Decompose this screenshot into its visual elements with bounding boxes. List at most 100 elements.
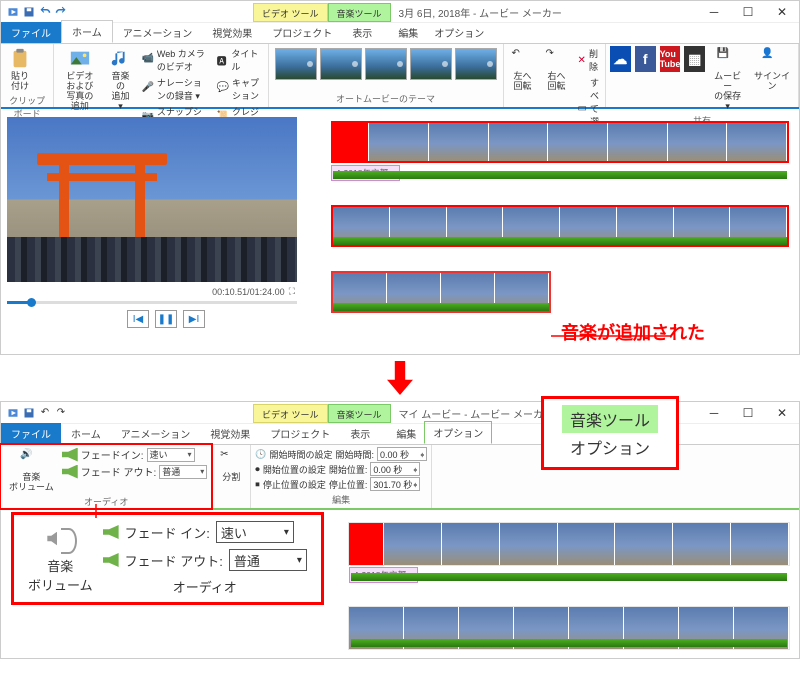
fade-out-label-zoom: フェード アウト:: [125, 551, 223, 570]
ribbon-home: 貼り 付け クリップボード ビデオおよび 写真の追加 音楽の 追加 ▾ 📹Web…: [1, 43, 799, 109]
theme-thumb[interactable]: [320, 48, 362, 80]
tab-home[interactable]: ホーム: [61, 423, 111, 444]
start-time-label: 開始時間:: [336, 448, 375, 461]
movie-maker-window-2: ↶ ↷ ビデオ ツール 音楽ツール マイ ムービー - ムービー メーカー ─ …: [0, 401, 800, 659]
zoom-connector-line: [81, 504, 111, 518]
fade-in-label-zoom: フェード イン:: [125, 523, 210, 542]
titlebar: ビデオ ツール 音楽ツール 3月 6日, 2018年 - ムービー メーカー ─…: [1, 1, 799, 23]
youtube-icon[interactable]: YouTube: [660, 46, 681, 72]
speaker-small-icon: [103, 553, 119, 567]
annotation-music-added: 音楽が追加された: [561, 319, 705, 345]
tab-project[interactable]: プロジェクト: [262, 22, 342, 43]
start-pos-field[interactable]: 0.00 秒: [370, 462, 420, 476]
ctx-subtab-edit[interactable]: 編集: [388, 423, 424, 444]
set-start-pos-button[interactable]: 開始位置の設定: [263, 463, 326, 476]
paste-button[interactable]: 貼り 付け: [5, 46, 35, 94]
set-start-time-button[interactable]: 開始時間の設定: [270, 448, 333, 461]
tab-file[interactable]: ファイル: [1, 22, 61, 43]
vimeo-icon[interactable]: ▦: [684, 46, 705, 72]
music-note-icon: [109, 48, 131, 70]
end-pos-field[interactable]: 301.70 秒: [370, 477, 420, 491]
music-track[interactable]: [333, 237, 787, 245]
app-icon: [7, 6, 19, 18]
save-icon[interactable]: [23, 407, 35, 419]
fade-out-dropdown-zoom[interactable]: 普通: [229, 549, 307, 571]
next-frame-button[interactable]: ▶I: [183, 310, 205, 328]
caption-icon: 💬: [217, 82, 229, 96]
rotate-right-icon: ↷: [546, 48, 568, 70]
theme-thumb[interactable]: [275, 48, 317, 80]
title-button[interactable]: 🅰タイトル: [215, 46, 264, 74]
save-icon[interactable]: [23, 6, 35, 18]
movie-maker-window-1: ビデオ ツール 音楽ツール 3月 6日, 2018年 - ムービー メーカー ─…: [0, 0, 800, 355]
redo-icon[interactable]: ↷: [55, 407, 67, 419]
contextual-tab-video[interactable]: ビデオ ツール: [253, 404, 328, 423]
callout-line2: オプション: [562, 433, 658, 461]
title-icon: 🅰: [217, 53, 229, 67]
caption-button[interactable]: 💬キャプション: [215, 75, 264, 103]
close-button[interactable]: ✕: [765, 1, 799, 22]
tab-animation[interactable]: アニメーション: [113, 22, 203, 43]
clip-strip-1[interactable]: [331, 121, 789, 163]
narration-button[interactable]: 🎤ナレーションの録音 ▾: [139, 75, 210, 103]
music-track[interactable]: [333, 171, 787, 179]
maximize-button[interactable]: ☐: [731, 1, 765, 22]
group-label-themes: オートムービーのテーマ: [273, 92, 499, 105]
prev-frame-button[interactable]: I◀: [127, 310, 149, 328]
delete-button[interactable]: ✕削除: [576, 46, 601, 74]
fullscreen-icon[interactable]: ⛶: [289, 286, 295, 297]
contextual-tab-music[interactable]: 音楽ツール: [328, 404, 391, 423]
maximize-button[interactable]: ☐: [731, 402, 765, 423]
split-button[interactable]: ✂ 分割: [216, 447, 246, 506]
preview-image: [7, 117, 297, 282]
clip-strip-2[interactable]: [331, 205, 789, 247]
minimize-button[interactable]: ─: [697, 402, 731, 423]
ctx-subtab-option[interactable]: オプション: [424, 421, 492, 444]
start-time-field[interactable]: 0.00 秒: [377, 447, 427, 461]
tab-visual-effects[interactable]: 視覚効果: [202, 22, 262, 43]
contextual-tab-music[interactable]: 音楽ツール: [328, 3, 391, 22]
theme-thumb[interactable]: [410, 48, 452, 80]
highlight-audio-group: [0, 443, 213, 510]
save-movie-button[interactable]: 💾 ムービー の保存 ▾: [709, 46, 746, 114]
facebook-icon[interactable]: f: [635, 46, 656, 72]
clip-strip-3[interactable]: [331, 271, 551, 313]
clip-strip-1b[interactable]: [349, 523, 789, 565]
tab-home[interactable]: ホーム: [61, 20, 113, 43]
ctx-subtab-option[interactable]: オプション: [426, 22, 492, 43]
tab-file[interactable]: ファイル: [1, 423, 61, 444]
minimize-button[interactable]: ─: [697, 1, 731, 22]
tab-view[interactable]: 表示: [340, 423, 380, 444]
zoom-audio-options: 音楽 ボリューム フェード イン: 速い フェード アウト: 普通 オーディオ: [11, 512, 324, 605]
tab-project[interactable]: プロジェクト: [260, 423, 340, 444]
redo-icon[interactable]: [55, 6, 67, 18]
pause-button[interactable]: ❚❚: [155, 310, 177, 328]
automovie-themes[interactable]: [273, 46, 499, 92]
undo-icon[interactable]: ↶: [39, 407, 51, 419]
contextual-tab-video[interactable]: ビデオ ツール: [253, 3, 328, 22]
undo-icon[interactable]: [39, 6, 51, 18]
mic-icon: 🎤: [141, 82, 153, 96]
theme-thumb[interactable]: [455, 48, 497, 80]
fade-in-dropdown-zoom[interactable]: 速い: [216, 521, 294, 543]
start-pos-label: 開始位置:: [329, 463, 368, 476]
start-pos-icon: ⏺: [255, 464, 260, 475]
speaker-icon: [43, 524, 77, 554]
signin-button[interactable]: 👤 サインイン: [750, 46, 794, 114]
music-volume-button-zoom[interactable]: 音楽 ボリューム: [28, 524, 93, 594]
music-track[interactable]: [333, 303, 549, 311]
tab-animation[interactable]: アニメーション: [111, 423, 201, 444]
webcam-button[interactable]: 📹Web カメラのビデオ: [139, 46, 210, 74]
preview-pane: 00:10.51/01:24.00 ⛶ I◀ ❚❚ ▶I: [1, 109, 331, 343]
skydrive-icon[interactable]: ☁: [610, 46, 631, 72]
tab-view[interactable]: 表示: [342, 22, 382, 43]
set-end-pos-button[interactable]: 停止位置の設定: [263, 478, 326, 491]
theme-thumb[interactable]: [365, 48, 407, 80]
timeline[interactable]: A 2018年京都... 音楽が追加された: [331, 109, 799, 343]
seek-bar[interactable]: [7, 301, 297, 304]
ctx-subtab-edit[interactable]: 編集: [390, 22, 426, 43]
save-movie-icon: 💾: [717, 48, 739, 70]
tab-visual-effects[interactable]: 視覚効果: [200, 423, 260, 444]
clip-strip-2b[interactable]: [349, 607, 789, 649]
close-button[interactable]: ✕: [765, 402, 799, 423]
